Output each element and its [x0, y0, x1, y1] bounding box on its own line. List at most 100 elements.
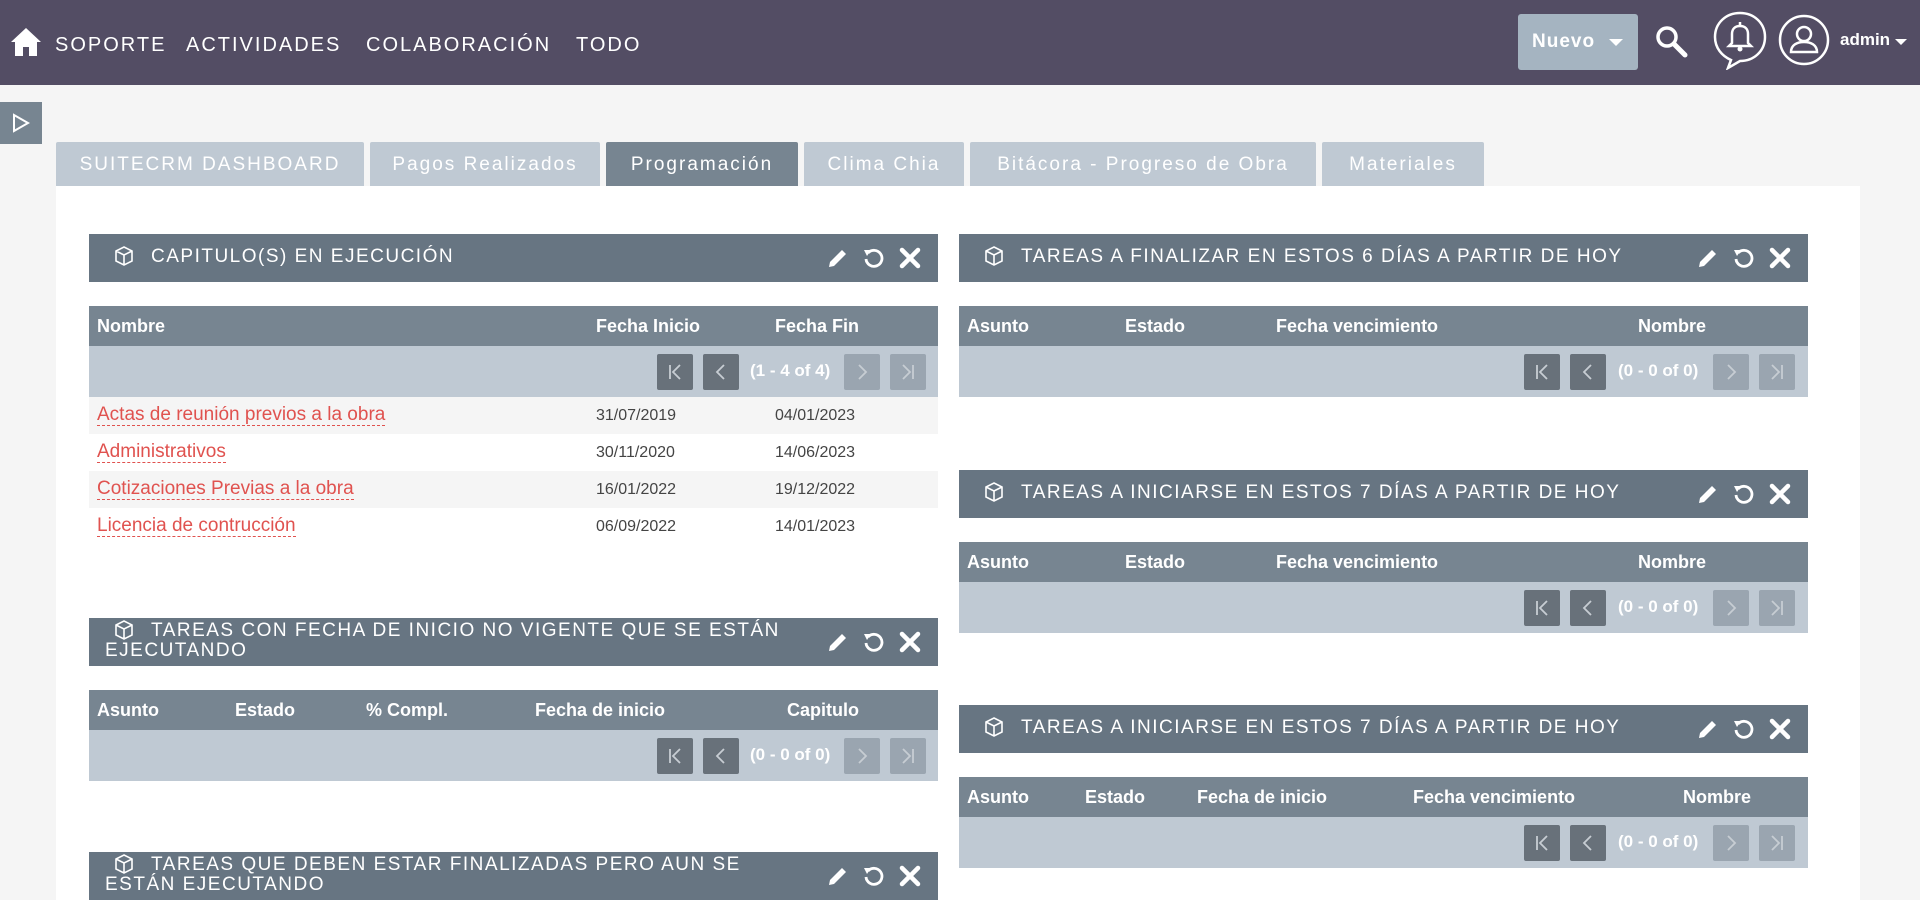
column-header[interactable]: Fecha de inicio: [1197, 787, 1327, 808]
fecha-inicio: 06/09/2022: [596, 518, 677, 535]
record-link[interactable]: Actas de reunión previos a la obra: [97, 405, 386, 426]
column-header[interactable]: Fecha vencimiento: [1413, 787, 1575, 808]
refresh-icon[interactable]: [1732, 482, 1756, 506]
column-header[interactable]: Nombre: [97, 316, 165, 337]
close-icon[interactable]: [898, 864, 922, 888]
next-page-icon: [1721, 833, 1741, 853]
column-header[interactable]: Fecha de inicio: [535, 700, 665, 721]
column-header[interactable]: Asunto: [967, 316, 1029, 337]
pencil-icon[interactable]: [826, 864, 850, 888]
fecha-inicio: 16/01/2022: [596, 481, 677, 498]
user-name[interactable]: admin: [1840, 30, 1890, 50]
prev-page-button[interactable]: [703, 354, 739, 390]
pencil-icon[interactable]: [826, 246, 850, 270]
column-header[interactable]: Asunto: [967, 787, 1029, 808]
nav-actividades[interactable]: ACTIVIDADES: [186, 34, 341, 57]
close-icon[interactable]: [1768, 246, 1792, 270]
fecha-fin: 14/01/2023: [775, 518, 856, 535]
prev-page-button[interactable]: [1570, 590, 1606, 626]
tab-suitecrm-dashboard[interactable]: SUITECRM DASHBOARD: [56, 142, 364, 188]
nuevo-button[interactable]: Nuevo: [1518, 14, 1638, 70]
record-link[interactable]: Licencia de contrucción: [97, 516, 296, 537]
nav-colaboracion[interactable]: COLABORACIÓN: [366, 34, 551, 57]
record-link[interactable]: Administrativos: [97, 442, 226, 463]
cube-icon: [985, 482, 1003, 502]
dashlet-deben-finalizadas: TAREAS QUE DEBEN ESTAR FINALIZADAS PERO …: [89, 852, 938, 900]
first-page-button[interactable]: [1524, 825, 1560, 861]
column-header[interactable]: Nombre: [1638, 552, 1706, 573]
pagination-bar: (0 - 0 of 0): [959, 817, 1808, 868]
pencil-icon[interactable]: [1696, 717, 1720, 741]
prev-page-button[interactable]: [1570, 825, 1606, 861]
column-header[interactable]: Estado: [1125, 552, 1185, 573]
dashlet-no-vigente: TAREAS CON FECHA DE INICIO NO VIGENTE QU…: [89, 618, 938, 781]
last-page-button[interactable]: [1759, 825, 1795, 861]
tab-programacion[interactable]: Programación: [606, 142, 798, 188]
refresh-icon[interactable]: [862, 864, 886, 888]
dashlet-title: TAREAS A FINALIZAR EN ESTOS 6 DÍAS A PAR…: [1021, 246, 1623, 267]
pencil-icon[interactable]: [826, 630, 850, 654]
pencil-icon[interactable]: [1696, 482, 1720, 506]
first-page-button[interactable]: [1524, 354, 1560, 390]
cube-icon: [985, 717, 1003, 737]
refresh-icon[interactable]: [1732, 717, 1756, 741]
next-page-button[interactable]: [1713, 354, 1749, 390]
last-page-button[interactable]: [890, 354, 926, 390]
close-icon[interactable]: [1768, 482, 1792, 506]
tab-label: Materiales: [1349, 154, 1457, 175]
user-icon[interactable]: [1778, 14, 1830, 66]
next-page-button[interactable]: [844, 738, 880, 774]
close-icon[interactable]: [898, 246, 922, 270]
tab-clima-chia[interactable]: Clima Chia: [804, 142, 964, 188]
prev-page-button[interactable]: [1570, 354, 1606, 390]
column-header[interactable]: Asunto: [97, 700, 159, 721]
last-page-button[interactable]: [1759, 590, 1795, 626]
pencil-icon[interactable]: [1696, 246, 1720, 270]
column-header[interactable]: Estado: [235, 700, 295, 721]
column-header[interactable]: Nombre: [1638, 316, 1706, 337]
column-header[interactable]: Asunto: [967, 552, 1029, 573]
first-page-button[interactable]: [657, 354, 693, 390]
pager-count: (0 - 0 of 0): [750, 745, 831, 764]
refresh-icon[interactable]: [862, 246, 886, 270]
close-icon[interactable]: [1768, 717, 1792, 741]
column-header[interactable]: Fecha Fin: [775, 316, 859, 337]
home-icon[interactable]: [10, 27, 42, 57]
next-page-button[interactable]: [844, 354, 880, 390]
column-header[interactable]: % Compl.: [366, 700, 448, 721]
prev-page-button[interactable]: [703, 738, 739, 774]
first-page-button[interactable]: [1524, 590, 1560, 626]
close-icon[interactable]: [898, 630, 922, 654]
sidebar-toggle-button[interactable]: [0, 102, 42, 144]
bell-icon[interactable]: [1712, 10, 1768, 70]
nav-todo[interactable]: TODO: [576, 34, 641, 57]
last-page-button[interactable]: [1759, 354, 1795, 390]
dashlet-iniciarse-7-dias: TAREAS A INICIARSE EN ESTOS 7 DÍAS A PAR…: [959, 470, 1808, 633]
search-icon[interactable]: [1654, 24, 1688, 58]
next-page-button[interactable]: [1713, 590, 1749, 626]
table-header: Nombre Fecha Inicio Fecha Fin: [89, 306, 938, 346]
column-header[interactable]: Fecha Inicio: [596, 316, 700, 337]
tab-bitacora[interactable]: Bitácora - Progreso de Obra: [970, 142, 1316, 188]
refresh-icon[interactable]: [1732, 246, 1756, 270]
tab-label: Bitácora - Progreso de Obra: [997, 154, 1289, 175]
refresh-icon[interactable]: [862, 630, 886, 654]
column-header[interactable]: Fecha vencimiento: [1276, 316, 1438, 337]
user-chevron-down-icon[interactable]: [1895, 39, 1907, 45]
column-header[interactable]: Fecha vencimiento: [1276, 552, 1438, 573]
fecha-inicio: 31/07/2019: [596, 407, 677, 424]
last-page-button[interactable]: [890, 738, 926, 774]
nav-soporte[interactable]: SOPORTE: [55, 34, 166, 57]
next-page-button[interactable]: [1713, 825, 1749, 861]
first-page-button[interactable]: [657, 738, 693, 774]
tab-pagos-realizados[interactable]: Pagos Realizados: [370, 142, 600, 188]
record-link[interactable]: Cotizaciones Previas a la obra: [97, 479, 354, 500]
column-header[interactable]: Capitulo: [787, 700, 859, 721]
table-row: Actas de reunión previos a la obra 31/07…: [89, 397, 938, 434]
column-header[interactable]: Nombre: [1683, 787, 1751, 808]
column-header[interactable]: Estado: [1125, 316, 1185, 337]
column-header[interactable]: Estado: [1085, 787, 1145, 808]
fecha-fin: 19/12/2022: [775, 481, 856, 498]
table-header: Asunto Estado Fecha vencimiento Nombre: [959, 542, 1808, 582]
tab-materiales[interactable]: Materiales: [1322, 142, 1484, 188]
